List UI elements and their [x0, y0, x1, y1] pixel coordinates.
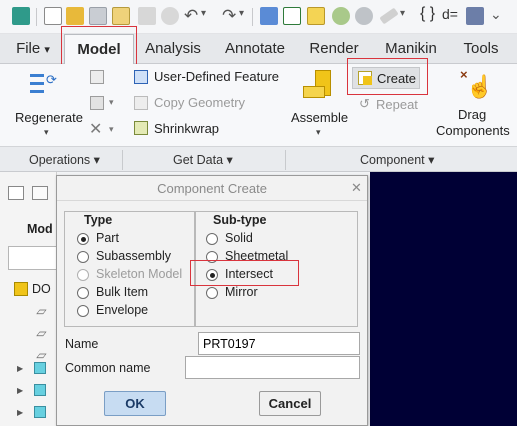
model-tree-tab-icon[interactable]	[8, 186, 24, 200]
copy-geometry-icon	[134, 96, 148, 110]
assembly-icon	[14, 282, 28, 296]
folder-browser-tab-icon[interactable]	[32, 186, 48, 200]
folder-window-icon[interactable]	[307, 7, 325, 25]
delete-icon[interactable]: ✕	[89, 119, 102, 139]
paste-dropdown-icon[interactable]: ▾	[109, 97, 114, 108]
user-defined-feature-icon[interactable]	[134, 70, 148, 84]
type-subassembly-label[interactable]: Subassembly	[96, 249, 171, 263]
type-skeleton-label: Skeleton Model	[96, 267, 183, 281]
measure-icon[interactable]	[379, 7, 399, 25]
tree-filter-field[interactable]	[8, 246, 57, 270]
copy-icon[interactable]	[90, 70, 104, 84]
open-folder-icon[interactable]	[66, 7, 84, 25]
subtype-solid-label[interactable]: Solid	[225, 231, 253, 245]
regenerate-dropdown-icon[interactable]: ▾	[44, 127, 49, 138]
part-icon	[34, 406, 46, 418]
user-defined-feature-button[interactable]: User-Defined Feature	[154, 69, 279, 84]
drag-components-label-2[interactable]: Components	[436, 123, 510, 138]
part-icon	[34, 384, 46, 396]
green-sphere-icon[interactable]	[332, 7, 350, 25]
intersect-highlight	[190, 260, 299, 286]
part-icon	[34, 362, 46, 374]
cancel-regen-icon[interactable]	[161, 7, 179, 25]
type-part-label[interactable]: Part	[96, 231, 119, 245]
common-name-label: Common name	[65, 361, 151, 375]
datum-plane-icon: ▱	[36, 304, 46, 318]
save-copy-icon[interactable]	[112, 7, 130, 25]
expand-arrow-icon[interactable]: ▶	[17, 364, 23, 373]
common-name-input[interactable]	[185, 356, 360, 379]
repeat-icon: ↺	[359, 96, 370, 111]
type-envelope-radio[interactable]	[77, 305, 89, 317]
name-label: Name	[65, 337, 99, 351]
tab-file[interactable]: File ▾	[6, 34, 60, 64]
subtype-mirror-radio[interactable]	[206, 287, 218, 299]
model-tab-highlight	[61, 26, 137, 68]
cancel-button[interactable]: Cancel	[259, 391, 321, 416]
new-file-icon[interactable]	[44, 7, 62, 25]
shrinkwrap-icon[interactable]	[134, 121, 148, 135]
subtype-header: Sub-type	[213, 213, 267, 227]
type-bulk-item-label[interactable]: Bulk Item	[96, 285, 148, 299]
datum-plane-icon: ▱	[36, 348, 46, 362]
measure-dropdown-icon[interactable]: ▾	[400, 8, 405, 19]
dimension-icon[interactable]: d=	[442, 6, 458, 22]
redo-icon[interactable]: ↷	[222, 6, 236, 26]
display-style-icon[interactable]	[466, 7, 484, 25]
ribbon-panel: ⟳ Regenerate ▾ ▾ ✕ ▾ User-Defined Featur…	[0, 58, 517, 146]
regenerate-label[interactable]: Regenerate	[15, 110, 83, 125]
repeat-button[interactable]: Repeat	[376, 97, 418, 112]
ribbon-group-bar: Operations ▾ Get Data ▾ Component ▾	[0, 146, 517, 172]
assemble-icon[interactable]	[303, 70, 337, 102]
type-subassembly-radio[interactable]	[77, 251, 89, 263]
datum-plane-icon: ▱	[36, 326, 46, 340]
expand-arrow-icon[interactable]: ▶	[17, 408, 23, 417]
gray-sphere-icon[interactable]	[355, 7, 373, 25]
drag-components-icon[interactable]: × ☝	[458, 67, 493, 100]
ok-button[interactable]: OK	[104, 391, 166, 416]
component-create-dialog: Component Create ✕ Type Part Subassembly…	[56, 175, 368, 426]
paste-icon[interactable]	[90, 96, 104, 110]
expand-arrow-icon[interactable]: ▶	[17, 386, 23, 395]
group-component[interactable]: Component ▾	[360, 152, 434, 167]
subtype-solid-radio[interactable]	[206, 233, 218, 245]
close-icon[interactable]: ✕	[351, 180, 362, 196]
group-get-data[interactable]: Get Data ▾	[173, 152, 233, 167]
model-tree-pane: Mod DO ▱ ▱ ▱ ▶ ▶ ▶	[0, 172, 57, 426]
save-icon[interactable]	[89, 7, 107, 25]
redo-dropdown-icon[interactable]: ▾	[239, 8, 244, 19]
tab-tools[interactable]: Tools	[452, 34, 510, 64]
type-envelope-label[interactable]: Envelope	[96, 303, 148, 317]
type-bulk-item-radio[interactable]	[77, 287, 89, 299]
brackets-icon[interactable]: { }	[420, 5, 435, 23]
tab-analysis[interactable]: Analysis	[138, 34, 208, 64]
undo-dropdown-icon[interactable]: ▾	[201, 8, 206, 19]
check-window-icon[interactable]	[283, 7, 301, 25]
app-logo-icon	[12, 7, 30, 25]
create-highlight	[347, 58, 428, 95]
type-skeleton-radio	[77, 269, 89, 281]
assemble-dropdown-icon[interactable]: ▾	[316, 127, 321, 138]
group-operations[interactable]: Operations ▾	[29, 152, 100, 167]
dialog-title: Component Create	[57, 176, 367, 201]
drag-components-label-1[interactable]: Drag	[458, 107, 486, 122]
customize-icon[interactable]: ⌄	[490, 6, 502, 23]
shrinkwrap-button[interactable]: Shrinkwrap	[154, 121, 219, 136]
type-part-radio[interactable]	[77, 233, 89, 245]
assemble-label[interactable]: Assemble	[291, 110, 348, 125]
type-header: Type	[84, 213, 113, 227]
graphics-viewport[interactable]	[370, 172, 517, 426]
undo-icon[interactable]: ↶	[184, 6, 198, 26]
name-input[interactable]	[198, 332, 360, 355]
model-tree-header: Mod	[27, 222, 53, 236]
regenerate-quick-icon[interactable]	[260, 7, 278, 25]
regenerate-icon[interactable]: ⟳	[28, 70, 58, 102]
copy-geometry-button[interactable]: Copy Geometry	[154, 95, 245, 110]
delete-dropdown-icon[interactable]: ▾	[109, 124, 114, 135]
tab-annotate[interactable]: Annotate	[218, 34, 292, 64]
tree-root-item[interactable]: DO	[32, 282, 51, 296]
subtype-mirror-label[interactable]: Mirror	[225, 285, 258, 299]
erase-icon[interactable]	[138, 7, 156, 25]
